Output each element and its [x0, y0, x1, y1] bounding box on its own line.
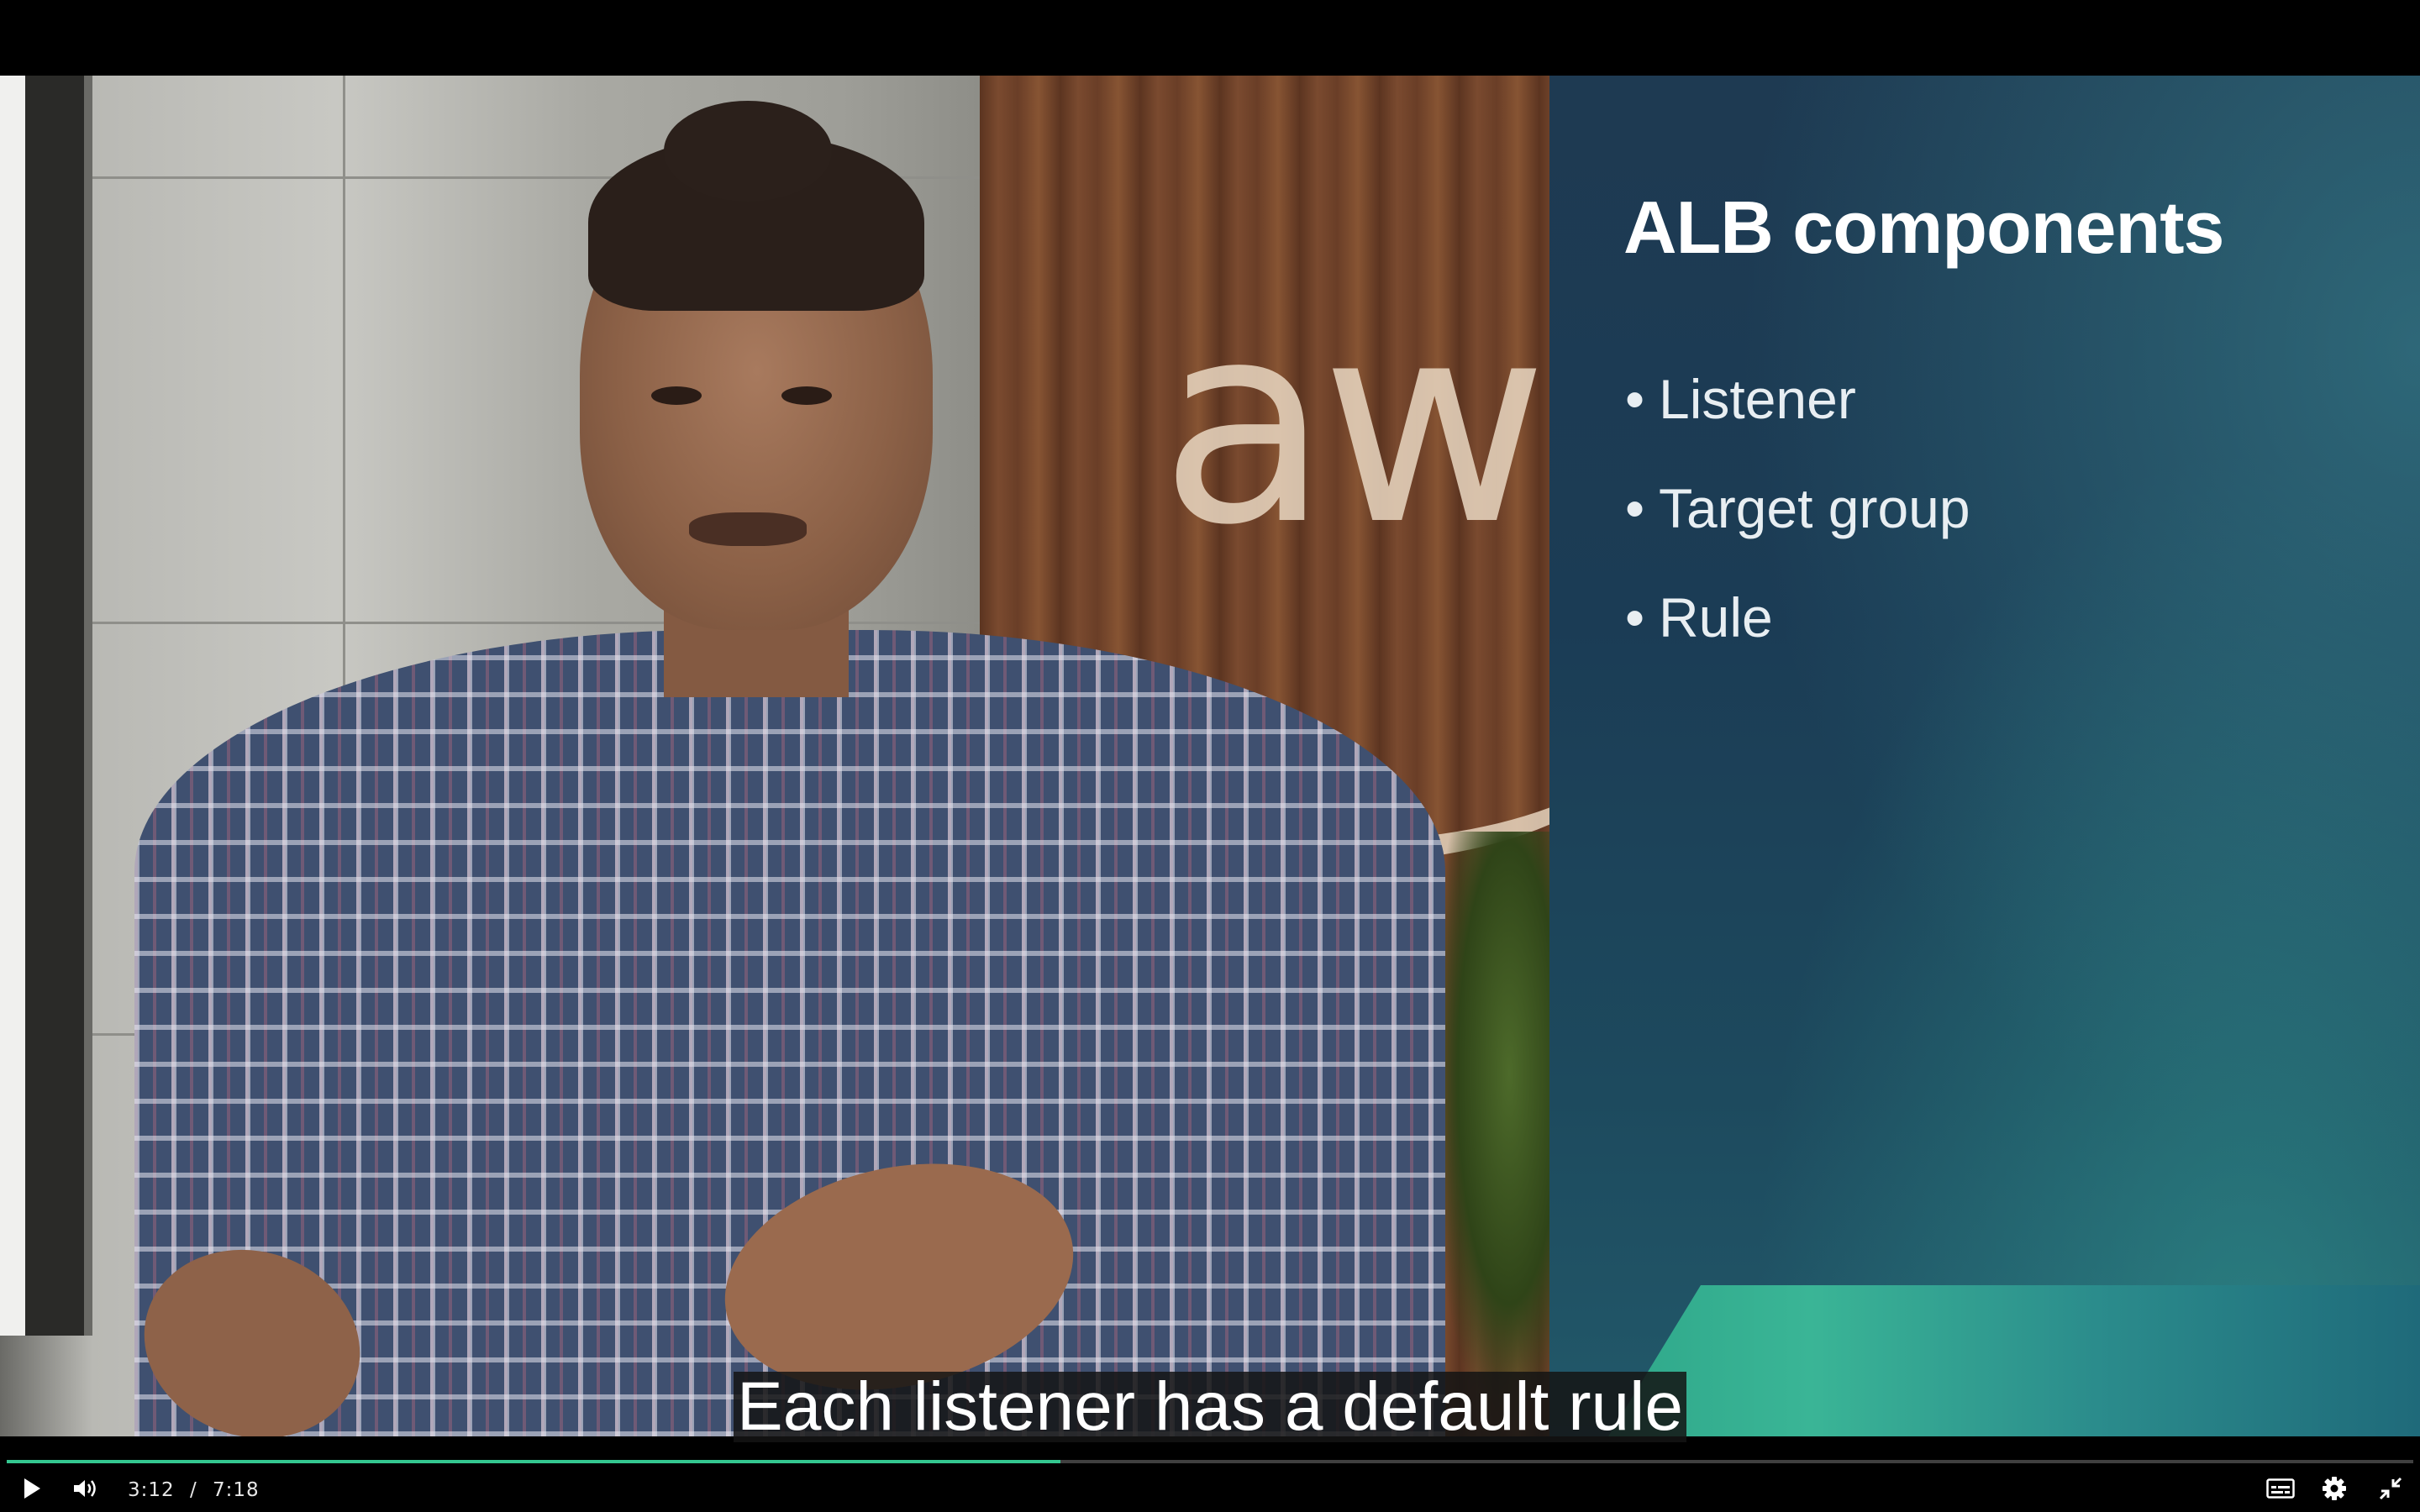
slide-bullet: • Rule: [1625, 586, 1773, 648]
slide-bullet-text: Target group: [1659, 477, 1970, 539]
slide-bullet-text: Listener: [1659, 368, 1856, 430]
plant: [1428, 832, 1563, 1436]
presenter-eye: [781, 386, 832, 405]
duration: 7:18: [213, 1479, 260, 1501]
exit-fullscreen-icon: [2379, 1477, 2402, 1504]
slide-bullet: • Listener: [1625, 368, 1856, 430]
current-time: 3:12: [128, 1479, 175, 1501]
volume-icon: [72, 1478, 99, 1503]
player-controls: 3:12 / 7:18: [0, 1468, 2420, 1512]
slide-panel: ALB components • Listener • Target group •…: [1549, 76, 2420, 1436]
slide-title: ALB components: [1623, 186, 2224, 269]
caption-text: Each listener has a default rule: [734, 1372, 1686, 1442]
settings-button[interactable]: [2307, 1468, 2361, 1512]
captions-icon: [2266, 1478, 2295, 1502]
gear-icon: [2322, 1476, 2347, 1504]
video-frame[interactable]: aw ALB components • Listener • Target grou…: [0, 76, 2420, 1436]
door: [0, 76, 92, 1336]
slide-bullet-text: Rule: [1659, 586, 1773, 648]
presenter-eye: [651, 386, 702, 405]
play-button[interactable]: [0, 1468, 64, 1512]
play-icon: [22, 1478, 42, 1503]
captions-button[interactable]: [2254, 1468, 2307, 1512]
presenter-hair-bun: [664, 101, 832, 202]
exit-fullscreen-button[interactable]: [2361, 1468, 2420, 1512]
time-separator: /: [189, 1479, 197, 1501]
volume-button[interactable]: [64, 1468, 108, 1512]
slide-bullets: • Listener • Target group • Rule: [1625, 344, 1970, 672]
caption-overlay: Each listener has a default rule: [0, 1372, 2420, 1442]
slide-bullet: • Target group: [1625, 477, 1970, 539]
time-display: 3:12 / 7:18: [128, 1479, 260, 1501]
presenter-mouth: [689, 512, 807, 546]
progress-bar[interactable]: [7, 1460, 2413, 1463]
presenter: [119, 101, 1445, 1436]
progress-fill: [7, 1460, 1061, 1463]
